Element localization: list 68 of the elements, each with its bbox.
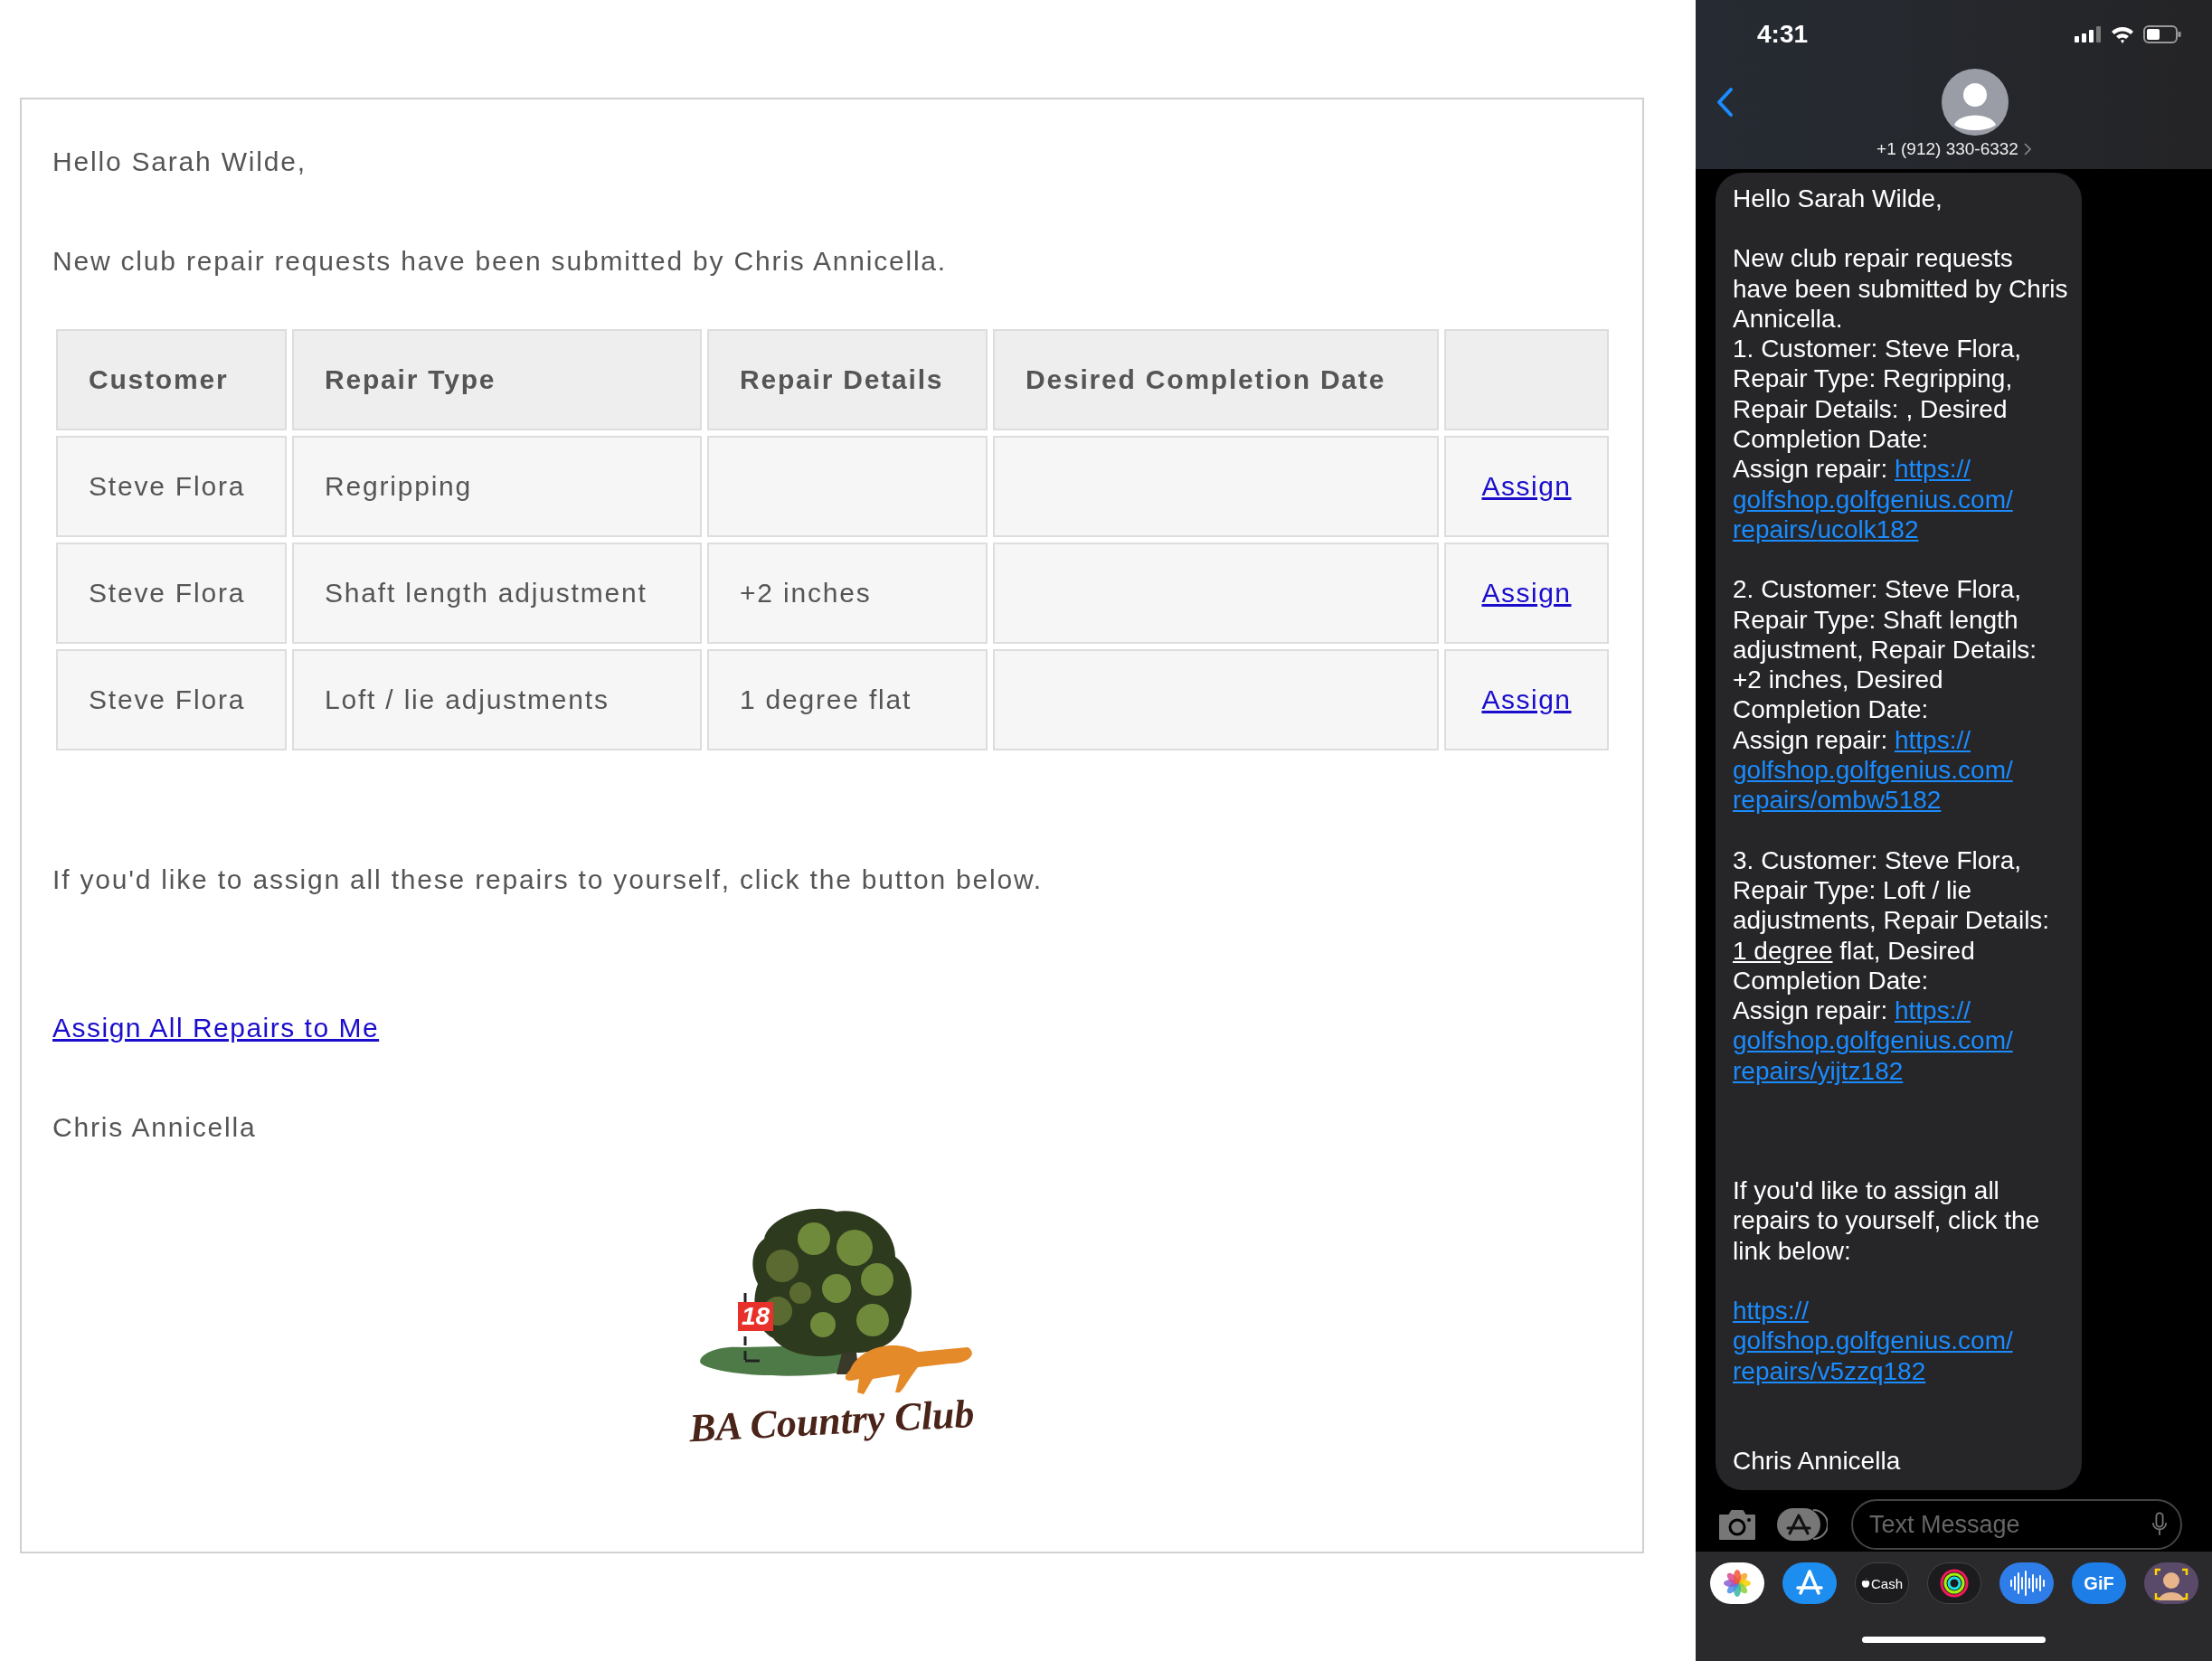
message-text: Assign repair: https://golfshop.golfgenius.com/repairs/ucolk182 bbox=[1733, 454, 2014, 545]
assign-all-note: If you'd like to assign all these repairs to yourself, click the button below. bbox=[52, 864, 1043, 895]
camera-icon[interactable] bbox=[1717, 1508, 1757, 1541]
gif-button[interactable]: GiF bbox=[2072, 1562, 2126, 1604]
microphone-icon[interactable] bbox=[2151, 1512, 2168, 1537]
table-cell: 1 degree flat bbox=[707, 649, 988, 750]
contact-phone[interactable]: +1 (912) 330-6332 bbox=[1876, 139, 2018, 159]
apps-icon[interactable] bbox=[1777, 1508, 1828, 1541]
repair-link[interactable]: ombw5182 bbox=[1817, 786, 1942, 815]
signature-text: Chris Annicella bbox=[52, 1112, 257, 1143]
message-text: 3. Customer: Steve Flora, Repair Type: Loft / lie adjustments, Repair Details: 1 degree flat, Desired Completion Date: bbox=[1733, 845, 2051, 996]
assign-link[interactable]: Assign bbox=[1481, 471, 1572, 501]
table-cell: Steve Flora bbox=[56, 543, 287, 644]
club-name-text: BA Country Club bbox=[688, 1390, 976, 1452]
column-header: Repair Details bbox=[707, 329, 988, 430]
message-text: New club repair requests have been submitted by Chris Annicella. bbox=[1733, 243, 2069, 335]
status-time: 4:31 bbox=[1757, 20, 1809, 49]
rings-icon[interactable] bbox=[1927, 1562, 1981, 1604]
table-cell: Steve Flora bbox=[56, 649, 287, 750]
repair-link[interactable]: https:// bbox=[1894, 455, 1971, 484]
repair-link[interactable]: repairs/ bbox=[1733, 514, 1818, 543]
cash-app-button[interactable]: Cash bbox=[1855, 1562, 1909, 1604]
avatar-sticker-icon[interactable] bbox=[2144, 1562, 2198, 1604]
greeting-text: Hello Sarah Wilde, bbox=[52, 146, 307, 177]
table-cell: Steve Flora bbox=[56, 436, 287, 537]
message-text: Assign repair: https://golfshop.golfgenius.com/repairs/yijtz182 bbox=[1733, 996, 2014, 1086]
assign-link[interactable]: Assign bbox=[1481, 578, 1572, 608]
back-icon[interactable] bbox=[1716, 87, 1734, 118]
repair-link[interactable]: golfshop.golfgenius.com/ bbox=[1733, 485, 2013, 514]
table-cell: +2 inches bbox=[707, 543, 988, 644]
photos-app-icon[interactable] bbox=[1710, 1562, 1764, 1604]
message-text: 1. Customer: Steve Flora, Repair Type: Regripping, Repair Details: , Desired Completion Date: bbox=[1733, 334, 2022, 455]
repair-link[interactable]: repairs/ bbox=[1733, 1356, 1818, 1385]
repair-link[interactable]: v5zzq182 bbox=[1817, 1356, 1926, 1385]
repair-link[interactable]: ucolk182 bbox=[1817, 514, 1919, 543]
repair-link[interactable]: golfshop.golfgenius.com/ bbox=[1733, 756, 2013, 785]
apple-icon bbox=[1861, 1578, 1870, 1589]
message-text: Hello Sarah Wilde, bbox=[1733, 184, 1943, 214]
battery-icon bbox=[2143, 25, 2181, 43]
column-header: Customer bbox=[56, 329, 287, 430]
repair-link[interactable]: https:// bbox=[1894, 996, 1971, 1025]
repair-link[interactable]: golfshop.golfgenius.com/ bbox=[1733, 1326, 2013, 1355]
intro-text: New club repair requests have been submitted by Chris Annicella. bbox=[52, 246, 947, 277]
repair-link[interactable]: yijtz182 bbox=[1817, 1056, 1904, 1085]
message-text: If you'd like to assign all repairs to yourself, click the link below: bbox=[1733, 1175, 2041, 1266]
repair-link[interactable]: https:// bbox=[1733, 1296, 1810, 1325]
assign-all-link[interactable]: Assign All Repairs to Me bbox=[52, 1013, 380, 1043]
message-input[interactable]: Text Message bbox=[1851, 1499, 2182, 1550]
message-text: 2. Customer: Steve Flora, Repair Type: Shaft length adjustment, Repair Details: +2 inches, Desired Completion Date: bbox=[1733, 574, 2038, 725]
message-text: Assign repair: https://golfshop.golfgenius.com/repairs/ombw5182 bbox=[1733, 724, 2014, 816]
column-header: Repair Type bbox=[292, 329, 702, 430]
sound-wave-icon[interactable] bbox=[1999, 1562, 2054, 1604]
signal-icon bbox=[2075, 26, 2102, 42]
repair-link[interactable]: golfshop.golfgenius.com/ bbox=[1733, 1026, 2013, 1055]
chevron-icon bbox=[2023, 143, 2031, 156]
message-text: Chris Annicella bbox=[1733, 1445, 1902, 1477]
assign-link[interactable]: Assign bbox=[1481, 684, 1572, 714]
table-cell: Regripping bbox=[292, 436, 702, 537]
flag-number: 18 bbox=[738, 1302, 774, 1331]
repair-link[interactable]: https:// bbox=[1894, 725, 1971, 754]
column-header: Desired Completion Date bbox=[993, 329, 1439, 430]
wifi-icon bbox=[2111, 25, 2134, 43]
repair-link[interactable]: repairs/ bbox=[1733, 1056, 1818, 1085]
table-cell: Loft / lie adjustments bbox=[292, 649, 702, 750]
app-store-icon[interactable] bbox=[1782, 1562, 1837, 1604]
table-cell: Shaft length adjustment bbox=[292, 543, 702, 644]
repair-link[interactable]: repairs/ bbox=[1733, 786, 1818, 815]
avatar-icon[interactable] bbox=[1942, 69, 2009, 136]
